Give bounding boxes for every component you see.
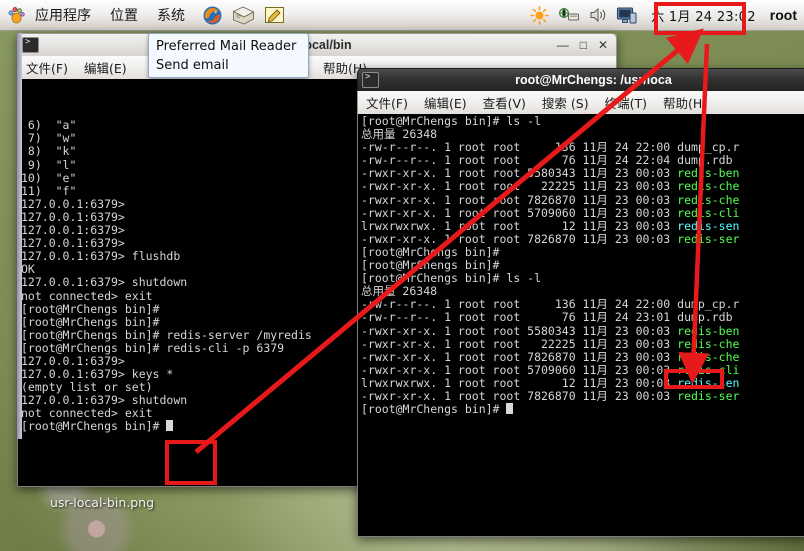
terminal-segment: dump.rdb — [677, 310, 733, 325]
terminal-segment: dump_cp.r — [677, 297, 740, 312]
panel-launchers — [202, 5, 285, 26]
terminal-cursor — [506, 403, 514, 415]
terminal-segment: redis-ser — [677, 231, 740, 246]
terminal-segment: -rwxr-xr-x. 1 root root 22225 11月 23 00:… — [361, 179, 678, 194]
applications-menu[interactable]: 应用程序 — [32, 3, 94, 27]
terminal-segment: redis-sen — [677, 218, 740, 233]
menu-edit[interactable]: 编辑(E) — [84, 58, 127, 77]
terminal-segment: redis-che — [677, 179, 740, 194]
menu-edit[interactable]: 编辑(E) — [424, 93, 467, 112]
terminal-segment: -rwxr-xr-x. 1 root root 5709060 11月 23 0… — [361, 362, 678, 377]
network-icon[interactable] — [558, 6, 580, 24]
terminal-segment: redis-cli — [677, 205, 740, 220]
tooltip-subtitle: Send email — [156, 58, 229, 73]
terminal-icon — [362, 72, 379, 88]
panel-user-label[interactable]: root — [770, 7, 800, 23]
terminal-segment: [root@MrChengs bin]# — [361, 402, 507, 417]
terminal-segment: redis-che — [677, 192, 740, 207]
minimize-button[interactable]: — — [557, 38, 569, 52]
text-editor-icon[interactable] — [264, 5, 285, 25]
terminal-segment: dump.rdb — [677, 153, 733, 168]
terminal-segment: -rw-r--r--. 1 root root 76 11月 24 23:01 — [361, 310, 678, 325]
terminal-segment: 总用量 26348 — [361, 284, 438, 299]
close-button[interactable]: ✕ — [598, 38, 608, 52]
terminal-segment: redis-che — [677, 349, 740, 364]
terminal-segment: -rwxr-xr-x. 1 root root 7826870 11月 23 0… — [361, 192, 678, 207]
terminal-segment: [root@MrChengs bin]# — [361, 258, 500, 273]
terminal-segment: -rwxr-xr-x. 1 root root 5580343 11月 23 0… — [361, 323, 678, 338]
terminal-segment: -rwxr-xr-x. 1 root root 7826870 11月 23 0… — [361, 349, 678, 364]
terminal-icon — [22, 37, 39, 53]
volume-icon[interactable] — [589, 6, 607, 24]
panel-clock[interactable]: 六 1月 24 23:02 — [645, 4, 762, 27]
panel-tray-area: 六 1月 24 23:02 root — [530, 4, 804, 27]
terminal-segment: -rwxr-xr-x. 1 root root 22225 11月 23 00:… — [361, 336, 678, 351]
tooltip-title: Preferred Mail Reader — [156, 39, 297, 54]
right-window-menubar: 文件(F) 编辑(E) 查看(V) 搜索 (S) 终端(T) 帮助(H) — [357, 91, 804, 114]
terminal-cursor — [166, 420, 174, 432]
terminal-segment: -rw-r--r--. 1 root root 136 11月 24 22:00 — [361, 297, 678, 312]
terminal-segment: lrwxrwxrwx. 1 root root 12 11月 23 00:03 — [361, 375, 678, 390]
terminal-segment: 总用量 26348 — [361, 127, 438, 142]
terminal-segment: -rw-r--r--. 1 root root 136 11月 24 22:00 — [361, 140, 678, 155]
terminal-segment: -rw-r--r--. 1 root root 76 11月 24 22:04 — [361, 153, 678, 168]
terminal-segment: redis-ser — [677, 388, 740, 403]
terminal-segment: [root@MrChengs bin]# — [361, 244, 500, 259]
right-terminal-output[interactable]: [root@MrChengs bin]# ls -l 总用量 26348 -rw-r… — [357, 114, 804, 537]
desktop-icon-label: usr-local-bin.png — [50, 495, 155, 510]
panel-menu: 应用程序 位置 系统 — [32, 3, 188, 27]
firefox-icon[interactable] — [202, 5, 223, 26]
terminal-segment: -rwxr-xr-x. 1 root root 5709060 11月 23 0… — [361, 205, 678, 220]
right-window-title: root@MrChengs: /usr/loca — [515, 73, 672, 87]
terminal-segment: redis-sen — [677, 375, 740, 390]
menu-terminal[interactable]: 终端(T) — [605, 93, 647, 112]
terminal-segment: [root@MrChengs bin]# ls -l — [361, 114, 542, 128]
menu-view[interactable]: 查看(V) — [483, 93, 526, 112]
left-window-titlebar[interactable]: ngs:/usr/local/bin — □ ✕ — [17, 33, 617, 56]
terminal-segment: -rwxr-xr-x. 1 root root 7826870 11月 23 0… — [361, 231, 678, 246]
terminal-segment: redis-ben — [677, 323, 740, 338]
menu-file[interactable]: 文件(F) — [26, 58, 68, 77]
top-panel: 应用程序 位置 系统 六 1月 24 23:02 root — [0, 0, 804, 31]
maximize-button[interactable]: □ — [580, 38, 587, 52]
mail-reader-tooltip: Preferred Mail Reader Send email — [148, 33, 309, 78]
terminal-segment: lrwxrwxrwx. 1 root root 12 11月 23 00:03 — [361, 218, 678, 233]
terminal-segment: dump_cp.r — [677, 140, 740, 155]
desktop-icon-usr-local-bin[interactable]: usr-local-bin.png — [50, 495, 154, 510]
left-window-controls: — □ ✕ — [557, 38, 612, 52]
menu-help[interactable]: 帮助(H) — [663, 93, 707, 112]
menu-search[interactable]: 搜索 (S) — [542, 93, 589, 112]
right-window-titlebar[interactable]: root@MrChengs: /usr/loca — [357, 68, 804, 91]
system-tray — [530, 5, 637, 25]
terminal-segment: redis-cli — [677, 362, 740, 377]
menu-file[interactable]: 文件(F) — [366, 93, 408, 112]
terminal-line: [root@MrChengs bin]# — [361, 403, 804, 416]
places-menu[interactable]: 位置 — [107, 3, 141, 27]
system-menu[interactable]: 系统 — [154, 3, 188, 27]
gnome-foot-icon[interactable] — [6, 5, 26, 25]
terminal-segment: redis-ben — [677, 166, 740, 181]
left-terminal-scrollbar[interactable] — [17, 33, 22, 439]
terminal-segment: -rwxr-xr-x. 1 root root 5580343 11月 23 0… — [361, 166, 678, 181]
terminal-segment: [root@MrChengs bin]# ls -l — [361, 271, 542, 286]
terminal-segment: -rwxr-xr-x. 1 root root 7826870 11月 23 0… — [361, 388, 678, 403]
display-icon[interactable] — [616, 6, 637, 25]
mail-icon[interactable] — [232, 6, 255, 25]
terminal-segment: redis-che — [677, 336, 740, 351]
terminal-window-right[interactable]: root@MrChengs: /usr/loca 文件(F) 编辑(E) 查看(… — [357, 68, 804, 537]
brightness-icon[interactable] — [530, 5, 550, 25]
